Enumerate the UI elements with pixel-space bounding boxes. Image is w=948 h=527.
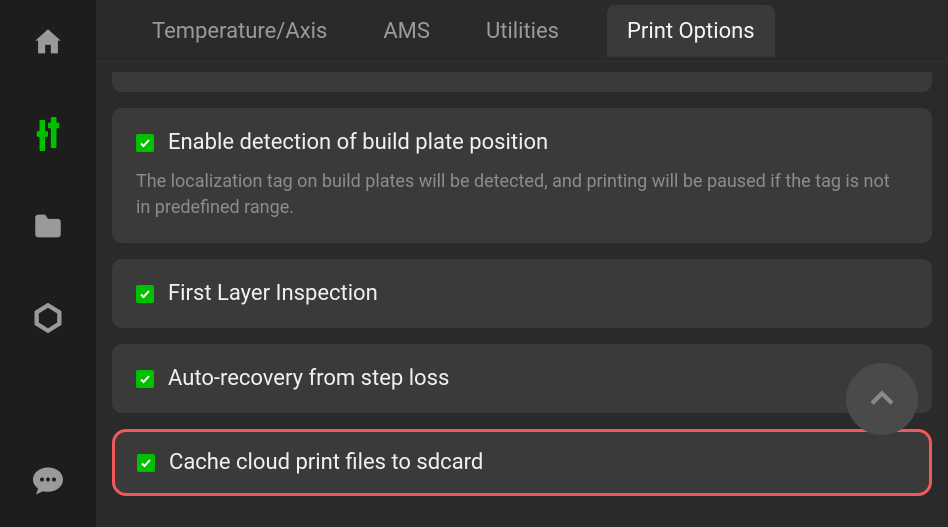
home-icon [31,25,65,59]
tab-bar: Temperature/Axis AMS Utilities Print Opt… [96,0,948,62]
sidebar [0,0,96,527]
checkbox-auto-recovery[interactable] [136,370,154,388]
checkbox-cache-cloud-files[interactable] [137,454,155,472]
option-card-partial [112,72,932,92]
sidebar-home[interactable] [30,24,66,60]
option-title: Auto-recovery from step loss [168,366,449,391]
tab-print-options[interactable]: Print Options [607,5,775,57]
check-icon [139,137,151,149]
hex-icon [31,301,65,335]
options-scroll[interactable]: Enable detection of build plate position… [96,62,948,527]
check-icon [139,288,151,300]
option-title: First Layer Inspection [168,281,378,306]
option-cache-cloud-files[interactable]: Cache cloud print files to sdcard [112,429,932,496]
option-first-layer-inspection[interactable]: First Layer Inspection [112,259,932,328]
option-title: Cache cloud print files to sdcard [169,450,483,475]
main-panel: Temperature/Axis AMS Utilities Print Opt… [96,0,948,527]
chat-icon [30,463,66,499]
option-title-row: First Layer Inspection [136,281,908,306]
option-title-row: Cache cloud print files to sdcard [137,450,907,475]
sidebar-tune[interactable] [30,116,66,152]
sidebar-chat[interactable] [30,463,66,499]
scroll-to-top-button[interactable] [846,363,918,435]
folder-icon [31,209,65,243]
checkbox-first-layer-inspection[interactable] [136,285,154,303]
chevron-up-icon [865,382,899,416]
sidebar-files[interactable] [30,208,66,244]
check-icon [139,373,151,385]
tab-temperature-axis[interactable]: Temperature/Axis [144,5,335,57]
sidebar-settings[interactable] [30,300,66,336]
option-title-row: Auto-recovery from step loss [136,366,908,391]
checkbox-build-plate-detection[interactable] [136,134,154,152]
option-description: The localization tag on build plates wil… [136,169,908,221]
option-title-row: Enable detection of build plate position [136,130,908,155]
option-title: Enable detection of build plate position [168,130,548,155]
sliders-icon [31,114,65,154]
tab-utilities[interactable]: Utilities [478,5,567,57]
option-build-plate-detection[interactable]: Enable detection of build plate position… [112,108,932,243]
option-auto-recovery[interactable]: Auto-recovery from step loss [112,344,932,413]
tab-ams[interactable]: AMS [375,5,438,57]
check-icon [140,457,152,469]
